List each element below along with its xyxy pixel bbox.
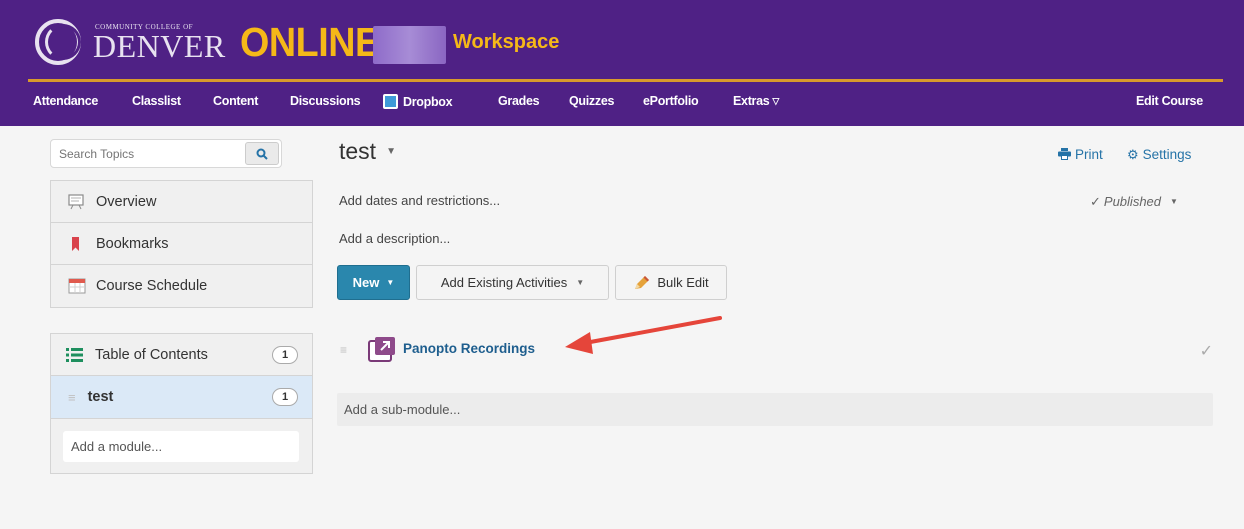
calendar-icon bbox=[68, 278, 86, 294]
module-label: test bbox=[87, 389, 114, 405]
caret-down-icon[interactable]: ▼ bbox=[386, 146, 396, 157]
annotation-arrow-icon bbox=[565, 316, 722, 354]
settings-label: Settings bbox=[1142, 147, 1192, 162]
header-divider bbox=[28, 79, 1223, 82]
brand-logo[interactable]: COMMUNITY COLLEGE OF DENVER ONLINE bbox=[33, 10, 392, 74]
bookmark-icon bbox=[68, 236, 84, 252]
printer-icon bbox=[1058, 148, 1071, 160]
new-button-label: New bbox=[352, 275, 380, 290]
college-logo-icon bbox=[33, 15, 87, 69]
nav-dropbox[interactable]: Dropbox bbox=[383, 94, 453, 109]
module-count-badge: 1 bbox=[272, 388, 298, 406]
nav-edit-course[interactable]: Edit Course bbox=[1136, 94, 1203, 108]
overview-icon bbox=[68, 193, 84, 210]
toc-label: Table of Contents bbox=[95, 346, 208, 363]
add-existing-label: Add Existing Activities bbox=[440, 275, 568, 290]
list-icon bbox=[66, 347, 83, 362]
check-icon: ✓ bbox=[1090, 194, 1101, 209]
settings-link[interactable]: ⚙ Settings bbox=[1127, 147, 1191, 163]
nav-extras[interactable]: Extras ▽ bbox=[733, 94, 779, 108]
nav-content[interactable]: Content bbox=[213, 94, 258, 108]
list-item[interactable]: ≡ Panopto Recordings ✓ bbox=[337, 333, 1213, 369]
workspace-title: Workspace bbox=[453, 31, 560, 53]
sidebar-item-label: Overview bbox=[96, 193, 157, 210]
nav-grades[interactable]: Grades bbox=[498, 94, 540, 108]
sidebar-item-label: Course Schedule bbox=[96, 278, 208, 294]
nav-classlist[interactable]: Classlist bbox=[132, 94, 181, 108]
nav-dropbox-label: Dropbox bbox=[403, 95, 453, 109]
college-name-big: DENVER bbox=[93, 28, 226, 64]
sidebar-nav: Overview Bookmarks Course Schedule bbox=[50, 180, 313, 308]
gear-icon: ⚙ bbox=[1127, 147, 1139, 162]
nav-eportfolio[interactable]: ePortfolio bbox=[643, 94, 699, 108]
caret-down-icon: ▼ bbox=[1170, 197, 1178, 206]
bulk-edit-label: Bulk Edit bbox=[657, 275, 709, 290]
check-icon: ✓ bbox=[1199, 343, 1213, 360]
external-tool-icon bbox=[368, 337, 395, 362]
nav-extras-label: Extras bbox=[733, 94, 770, 108]
module-panel: Table of Contents 1 ≡ test 1 Add a modul… bbox=[50, 333, 313, 474]
page-title[interactable]: test ▼ bbox=[339, 138, 396, 165]
caret-down-icon: ▼ bbox=[386, 278, 395, 287]
add-existing-activities-button[interactable]: Add Existing Activities ▼ bbox=[416, 265, 609, 300]
redacted-course-name bbox=[373, 26, 446, 64]
print-link[interactable]: Print bbox=[1058, 147, 1103, 162]
add-submodule-input[interactable]: Add a sub-module... bbox=[337, 393, 1213, 426]
search-input[interactable] bbox=[51, 140, 246, 167]
dropbox-icon bbox=[383, 94, 398, 109]
drag-handle-icon[interactable]: ≡ bbox=[68, 390, 76, 405]
nav-quizzes[interactable]: Quizzes bbox=[569, 94, 614, 108]
course-navbar: Attendance Classlist Content Discussions… bbox=[0, 88, 1244, 118]
sidebar-item-overview[interactable]: Overview bbox=[51, 181, 312, 223]
bulk-edit-button[interactable]: Bulk Edit bbox=[615, 265, 727, 300]
search-icon bbox=[256, 148, 268, 160]
add-module-input[interactable]: Add a module... bbox=[63, 431, 299, 462]
search-box bbox=[50, 139, 282, 168]
nav-attendance[interactable]: Attendance bbox=[33, 94, 98, 108]
nav-discussions[interactable]: Discussions bbox=[290, 94, 361, 108]
add-dates-link[interactable]: Add dates and restrictions... bbox=[339, 193, 500, 208]
college-name: COMMUNITY COLLEGE OF DENVER bbox=[93, 23, 226, 64]
sidebar-item-bookmarks[interactable]: Bookmarks bbox=[51, 223, 312, 265]
published-label: Published bbox=[1103, 194, 1162, 209]
print-label: Print bbox=[1075, 147, 1103, 162]
drag-handle-icon[interactable]: ≡ bbox=[340, 343, 347, 357]
online-wordmark: ONLINE bbox=[239, 18, 380, 65]
pencil-icon bbox=[635, 275, 650, 289]
sidebar-item-course-schedule[interactable]: Course Schedule bbox=[51, 265, 312, 307]
module-item-test[interactable]: ≡ test 1 bbox=[51, 376, 312, 419]
table-of-contents-item[interactable]: Table of Contents 1 bbox=[51, 334, 312, 376]
chevron-down-icon: ▽ bbox=[772, 96, 780, 106]
header-bar: COMMUNITY COLLEGE OF DENVER ONLINE Works… bbox=[0, 0, 1244, 126]
module-item-title[interactable]: Panopto Recordings bbox=[403, 341, 535, 356]
search-button[interactable] bbox=[245, 142, 279, 165]
toc-count-badge: 1 bbox=[272, 346, 298, 364]
add-description-link[interactable]: Add a description... bbox=[339, 231, 450, 246]
published-status[interactable]: ✓ Published ▼ bbox=[1090, 194, 1178, 210]
page-title-text: test bbox=[339, 138, 377, 164]
sidebar-item-label: Bookmarks bbox=[96, 235, 169, 252]
new-button[interactable]: New ▼ bbox=[337, 265, 410, 300]
caret-down-icon: ▼ bbox=[576, 278, 585, 287]
